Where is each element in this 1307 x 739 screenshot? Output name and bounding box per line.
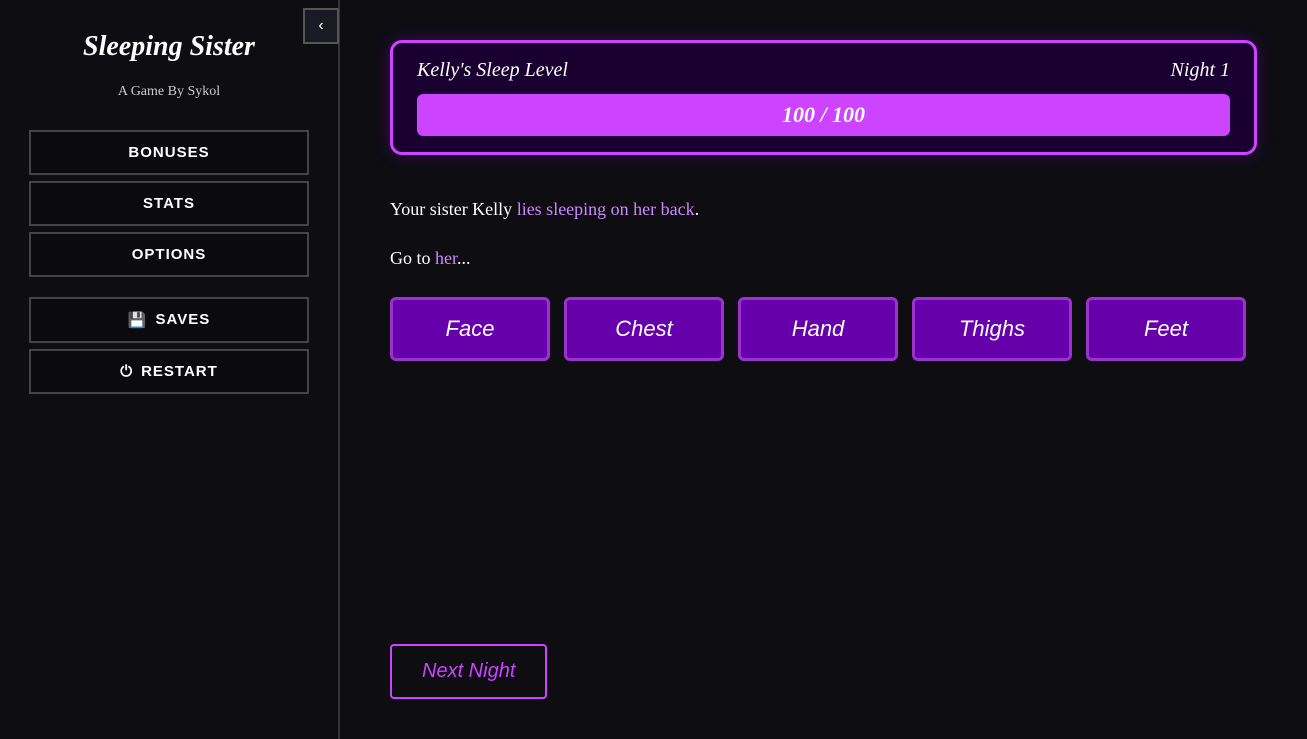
collapse-button[interactable]: ‹ — [303, 8, 339, 44]
action-btn-face[interactable]: Face — [390, 297, 550, 361]
action-btn-chest[interactable]: Chest — [564, 297, 724, 361]
bonuses-button[interactable]: BONUSES — [29, 130, 309, 175]
narrative-after: . — [695, 199, 700, 219]
goto-before: Go to — [390, 248, 435, 268]
action-btn-thighs[interactable]: Thighs — [912, 297, 1072, 361]
sleep-bar-value: 100 / 100 — [782, 102, 865, 128]
options-button[interactable]: OPTIONS — [29, 232, 309, 277]
next-night-button[interactable]: Next Night — [390, 644, 547, 699]
narrative-text: Your sister Kelly lies sleeping on her b… — [390, 195, 1257, 224]
save-icon — [128, 311, 148, 329]
game-title: Sleeping Sister — [63, 30, 275, 64]
goto-after: ... — [457, 248, 471, 268]
sleep-bar: 100 / 100 — [417, 94, 1230, 136]
power-icon — [120, 363, 133, 380]
goto-highlight: her — [435, 248, 457, 268]
game-subtitle: A Game By Sykol — [118, 84, 220, 100]
sleep-panel: Kelly's Sleep Level Night 1 100 / 100 — [390, 40, 1257, 155]
narrative-before: Your sister Kelly — [390, 199, 517, 219]
sleep-label: Kelly's Sleep Level — [417, 59, 568, 82]
goto-label: Go to her... — [390, 248, 1257, 269]
action-btn-hand[interactable]: Hand — [738, 297, 898, 361]
restart-label: RESTART — [141, 363, 218, 380]
saves-label: SAVES — [155, 311, 210, 328]
restart-button[interactable]: RESTART — [29, 349, 309, 394]
night-label: Night 1 — [1171, 59, 1230, 82]
action-btn-feet[interactable]: Feet — [1086, 297, 1246, 361]
stats-button[interactable]: STATS — [29, 181, 309, 226]
narrative-highlight: lies sleeping on her back — [517, 199, 695, 219]
main-content: Kelly's Sleep Level Night 1 100 / 100 Yo… — [340, 0, 1307, 739]
saves-button[interactable]: SAVES — [29, 297, 309, 343]
sleep-header: Kelly's Sleep Level Night 1 — [417, 59, 1230, 82]
action-buttons: FaceChestHandThighsFeet — [390, 297, 1257, 361]
sidebar: ‹ Sleeping Sister A Game By Sykol BONUSE… — [0, 0, 340, 739]
